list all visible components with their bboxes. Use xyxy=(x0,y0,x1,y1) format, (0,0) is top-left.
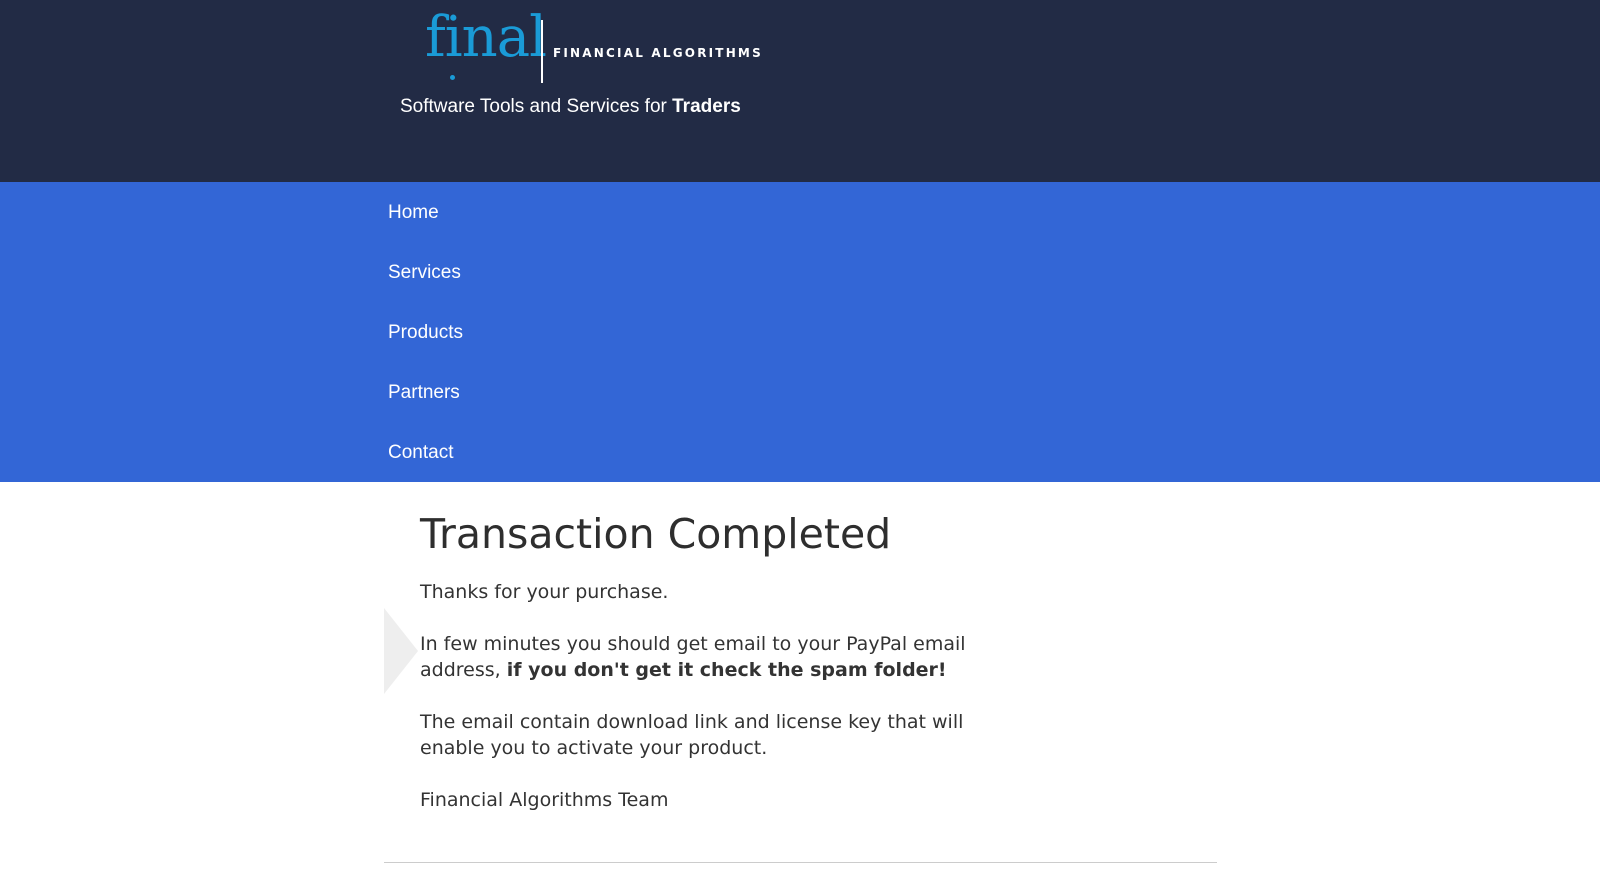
email-notice: In few minutes you should get email to y… xyxy=(420,631,980,683)
main-nav: Home Services Products Partners Contact xyxy=(0,182,1600,482)
tagline-bold: Traders xyxy=(672,96,741,117)
download-info: The email contain download link and lice… xyxy=(420,711,964,760)
site-header: final FINANCIAL ALGORITHMS Software Tool… xyxy=(0,0,1600,182)
logo-divider xyxy=(541,20,543,83)
page-title: Transaction Completed xyxy=(420,510,892,558)
footer-divider xyxy=(384,862,1217,863)
nav-item-contact[interactable]: Contact xyxy=(388,442,453,464)
tagline: Software Tools and Services for Traders xyxy=(400,96,741,118)
nav-item-partners[interactable]: Partners xyxy=(388,382,460,404)
thanks-text: Thanks for your purchase. xyxy=(420,581,669,604)
logo-subtitle: FINANCIAL ALGORITHMS xyxy=(553,46,763,60)
tagline-text: Software Tools and Services for xyxy=(400,96,673,117)
spam-warning: if you don't get it check the spam folde… xyxy=(506,659,947,682)
nav-item-products[interactable]: Products xyxy=(388,322,463,344)
main-content: Transaction Completed Thanks for your pu… xyxy=(420,500,980,813)
signature: Financial Algorithms Team xyxy=(420,789,669,812)
nav-item-services[interactable]: Services xyxy=(388,262,461,284)
nav-item-home[interactable]: Home xyxy=(388,202,439,224)
arrow-decoration xyxy=(384,608,418,694)
logo-wordmark[interactable]: final xyxy=(425,10,547,66)
logo-dot xyxy=(450,75,455,80)
